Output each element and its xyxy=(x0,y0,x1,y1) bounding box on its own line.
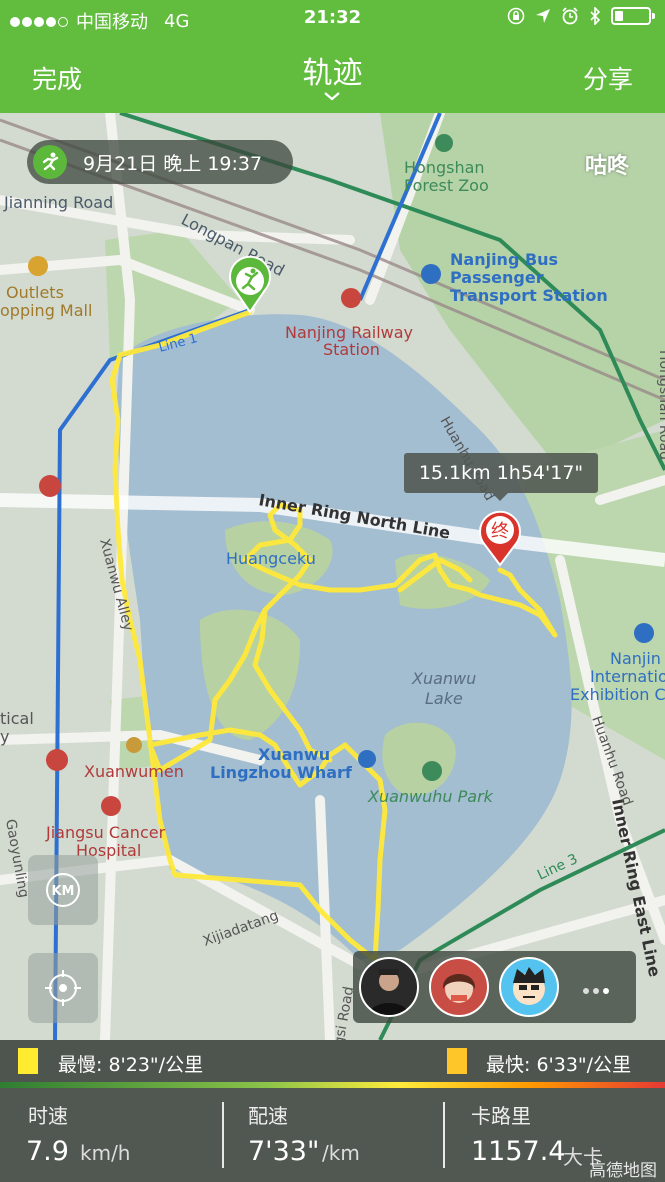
map-label-huangceku: Huangceku xyxy=(226,549,316,568)
location-icon xyxy=(536,9,550,23)
brand-watermark: 咕咚 xyxy=(584,154,629,179)
alarm-icon xyxy=(562,7,578,25)
map-label-xuanwu-lake-2: Lake xyxy=(425,689,463,708)
end-marker-label: 终 xyxy=(491,521,509,542)
map-label-wharf-1: Xuanwu xyxy=(258,745,330,764)
map-label-cancer-1: Jiangsu Cancer xyxy=(45,823,166,842)
map-label-jianning-road: Jianning Road xyxy=(3,193,113,212)
rotation-lock-icon xyxy=(507,7,525,25)
page-title[interactable]: 轨迹 xyxy=(0,48,665,92)
friends-bar[interactable] xyxy=(353,951,636,1023)
avatar[interactable] xyxy=(499,957,559,1017)
speed-label: 时速 xyxy=(28,1104,68,1128)
bluetooth-icon xyxy=(590,7,601,25)
fast-color-swatch xyxy=(447,1048,467,1074)
pace-unit: /km xyxy=(322,1141,360,1165)
shopping-icon xyxy=(28,256,48,276)
fastest-pace: 最快: 6'33"/公里 xyxy=(486,1054,632,1076)
summary-tooltip: 15.1km 1h54'17" xyxy=(404,453,598,501)
map-canvas: Jianning Road Longpan Road Hongshan Fore… xyxy=(0,113,665,1040)
map-label-tical-1: tical xyxy=(0,709,34,728)
exhibition-icon xyxy=(634,623,654,643)
status-bar: 中国移动 4G 21:32 xyxy=(0,0,665,38)
railway-icon xyxy=(341,288,361,308)
map-label-intl-2: Internatio xyxy=(590,667,665,686)
battery-icon xyxy=(611,7,655,25)
map-label-wharf-2: Lingzhou Wharf xyxy=(210,763,353,782)
map-label-hongshan-road: Hongshan Road xyxy=(656,350,665,460)
calorie-label: 卡路里 xyxy=(471,1104,531,1128)
metro-icon xyxy=(39,475,61,497)
pace-legend: 最慢: 8'23"/公里 最快: 6'33"/公里 xyxy=(0,1040,665,1082)
share-button[interactable]: 分享 xyxy=(583,60,633,96)
avatar[interactable] xyxy=(429,957,489,1017)
km-icon: KM xyxy=(46,873,80,907)
map-label-intl-1: Nanjin xyxy=(610,649,661,668)
map-label-railway-2: Station xyxy=(323,340,380,359)
map-label-xuanwumen: Xuanwumen xyxy=(84,762,184,781)
slow-color-swatch xyxy=(18,1048,38,1074)
map-view[interactable]: Jianning Road Longpan Road Hongshan Fore… xyxy=(0,113,665,1040)
metro-icon-2 xyxy=(46,749,68,771)
activity-datetime: 9月21日 晚上 19:37 xyxy=(83,152,263,175)
gate-icon xyxy=(126,737,142,753)
map-label-outlets-1: Outlets xyxy=(6,283,64,302)
map-label-tical-2: y xyxy=(0,727,9,746)
map-label-xuanwu-lake-1: Xuanwu xyxy=(411,669,476,688)
pace-value: 7'33" xyxy=(248,1136,320,1167)
running-icon xyxy=(33,145,67,179)
map-label-outlets-2: opping Mall xyxy=(0,301,92,320)
crosshair-icon xyxy=(45,970,81,1006)
activity-date-pill: 9月21日 晚上 19:37 xyxy=(27,140,293,184)
slowest-pace: 最慢: 8'23"/公里 xyxy=(58,1054,204,1076)
map-label-bus-1: Nanjing Bus xyxy=(450,250,558,269)
more-icon[interactable] xyxy=(583,979,613,998)
stats-panel: 时速 7.9 km/h 配速 7'33" /km 卡路里 1157.4 大卡 xyxy=(0,1088,665,1182)
avatar[interactable] xyxy=(359,957,419,1017)
map-label-bus-3: Transport Station xyxy=(450,286,608,305)
map-attribution: 高德地图 xyxy=(589,1161,657,1181)
park-icon xyxy=(422,761,442,781)
pace-label: 配速 xyxy=(248,1104,288,1128)
zoo-icon xyxy=(435,134,453,152)
nav-bar: 完成 轨迹 分享 xyxy=(0,38,665,113)
km-toggle-button[interactable]: KM xyxy=(28,855,98,925)
speed-value: 7.9 xyxy=(26,1136,69,1167)
map-label-hongshan-zoo-2: Forest Zoo xyxy=(404,176,489,195)
wharf-icon xyxy=(358,750,376,768)
map-label-hongshan-zoo-1: Hongshan xyxy=(404,158,485,177)
pace-stat: 配速 7'33" /km xyxy=(224,1088,442,1182)
speed-unit: km/h xyxy=(80,1141,131,1165)
map-label-bus-2: Passenger xyxy=(450,268,544,287)
locate-button[interactable] xyxy=(28,953,98,1023)
km-label: KM xyxy=(51,884,74,899)
hospital-icon xyxy=(101,796,121,816)
status-right xyxy=(507,7,655,25)
map-label-intl-3: Exhibition C xyxy=(570,685,665,704)
calorie-value: 1157.4 xyxy=(471,1136,566,1167)
map-label-xuanwuhu-park: Xuanwuhu Park xyxy=(367,787,494,806)
chevron-down-icon[interactable] xyxy=(322,90,342,102)
speed-stat: 时速 7.9 km/h xyxy=(0,1088,220,1182)
bus-station-icon xyxy=(421,264,441,284)
